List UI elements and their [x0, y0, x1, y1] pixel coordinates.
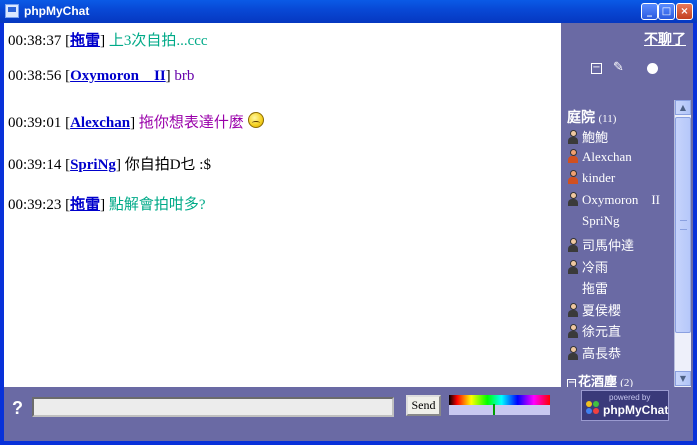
message-row: 00:38:37 [拖雷] 上3次自拍...ccc	[8, 33, 208, 49]
user-icon	[567, 238, 579, 252]
color-palette[interactable]	[449, 395, 550, 415]
message-time: 00:39:14	[8, 157, 62, 173]
user-item[interactable]: 夏侯櫻	[567, 300, 621, 319]
user-item[interactable]: Alexchan	[567, 148, 632, 165]
color-marker	[493, 404, 495, 415]
input-bar: ? Send powered by phpMyChat	[4, 387, 693, 441]
message-nick[interactable]: SpriNg	[70, 157, 116, 173]
user-icon	[567, 130, 579, 144]
message-text: 點解會拍咁多?	[108, 197, 206, 213]
user-icon	[567, 324, 579, 339]
message-row: 00:38:56 [Oxymoron II] brb	[8, 68, 195, 84]
client-area: 00:38:37 [拖雷] 上3次自拍...ccc 00:38:56 [Oxymo…	[4, 23, 693, 441]
sidebar: 不聊了 − ✎ 庭院 (11) 鮑鮑 Alexchan kinder Oxymoron…	[561, 23, 693, 389]
status-dot-icon[interactable]	[647, 63, 658, 74]
message-nick[interactable]: 拖雷	[70, 197, 100, 213]
collapse-icon[interactable]: −	[591, 63, 602, 74]
user-item[interactable]: Oxymoron II	[567, 191, 660, 208]
message-time: 00:38:56	[8, 68, 62, 84]
scroll-thumb[interactable]	[675, 117, 691, 333]
title-bar[interactable]: phpMyChat _ □ ×	[0, 0, 697, 23]
smiley-icon	[247, 112, 264, 128]
user-name: kinder	[582, 170, 616, 186]
message-nick[interactable]: Oxymoron II	[70, 68, 166, 84]
user-icon	[567, 148, 579, 163]
user-name: SpriNg	[582, 213, 620, 229]
user-item[interactable]: 鮑鮑	[567, 127, 608, 146]
user-item[interactable]: 司馬仲達	[567, 235, 634, 254]
user-icon	[567, 302, 579, 317]
message-text: 拖你想表達什麼	[138, 115, 244, 131]
user-icon	[567, 170, 579, 185]
color-preview	[449, 405, 550, 415]
user-name: Oxymoron II	[582, 191, 660, 207]
pin-icon[interactable]: ✎	[613, 60, 624, 75]
user-name: 司馬仲達	[582, 238, 635, 253]
room-count: (11)	[598, 113, 617, 125]
message-nick[interactable]: 拖雷	[70, 33, 100, 49]
window-title: phpMyChat	[24, 4, 90, 18]
user-item[interactable]: 冷雨	[567, 257, 608, 276]
message-row: 00:39:14 [SpriNg] 你自拍D乜 :$	[8, 157, 211, 173]
user-name: 徐元直	[582, 324, 622, 340]
user-item[interactable]: 拖雷	[567, 278, 608, 297]
user-list: 庭院 (11) 鮑鮑 Alexchan kinder Oxymoron II SpriN…	[561, 107, 675, 387]
message-nick[interactable]: Alexchan	[70, 115, 130, 131]
room-title[interactable]: 庭院 (11)	[567, 107, 616, 127]
user-item[interactable]: kinder	[567, 170, 615, 186]
phpmychat-logo[interactable]: powered by phpMyChat	[581, 390, 669, 421]
scroll-down-icon[interactable]: ▼	[675, 371, 691, 386]
message-row: 00:39:23 [拖雷] 點解會拍咁多?	[8, 197, 206, 213]
user-icon	[567, 259, 579, 274]
user-item[interactable]: 高長恭	[567, 343, 621, 362]
user-icon	[567, 191, 579, 206]
user-name: 鮑鮑	[582, 130, 609, 145]
user-name: 高長恭	[582, 346, 622, 361]
user-list-scrollbar[interactable]: ▲ ▼	[674, 100, 691, 387]
message-row: 00:39:01 [Alexchan] 拖你想表達什麼	[8, 111, 264, 132]
message-time: 00:39:23	[8, 197, 62, 213]
user-name: 夏侯櫻	[582, 302, 622, 318]
message-time: 00:38:37	[8, 33, 62, 49]
message-area: 00:38:37 [拖雷] 上3次自拍...ccc 00:38:56 [Oxymo…	[4, 23, 562, 387]
logo-bottom-text: phpMyChat	[603, 403, 669, 417]
user-item[interactable]: 徐元直	[567, 321, 621, 340]
maximize-button[interactable]: □	[658, 3, 675, 20]
color-spectrum[interactable]	[449, 395, 550, 405]
user-item[interactable]: SpriNg	[567, 213, 620, 229]
user-name: 冷雨	[582, 259, 609, 275]
logo-top-text: powered by	[609, 393, 651, 402]
help-icon[interactable]: ?	[12, 398, 23, 419]
scroll-up-icon[interactable]: ▲	[675, 100, 691, 115]
message-time: 00:39:01	[8, 115, 62, 131]
leave-link[interactable]: 不聊了	[561, 29, 691, 49]
close-button[interactable]: ×	[676, 3, 693, 20]
user-name: 拖雷	[582, 281, 609, 297]
message-text: 上3次自拍...ccc	[108, 33, 208, 49]
minimize-button[interactable]: _	[641, 3, 658, 20]
logo-icon	[586, 401, 600, 415]
room-name: 庭院	[567, 111, 595, 126]
send-button[interactable]: Send	[406, 395, 441, 416]
app-icon	[5, 4, 19, 18]
app-window: phpMyChat _ □ × 00:38:37 [拖雷] 上3次自拍...cc…	[0, 0, 697, 445]
user-icon	[567, 346, 579, 360]
message-text: 你自拍D乜 :$	[124, 157, 211, 173]
user-name: Alexchan	[582, 148, 632, 164]
message-input[interactable]	[32, 397, 394, 417]
message-text: brb	[174, 68, 195, 84]
